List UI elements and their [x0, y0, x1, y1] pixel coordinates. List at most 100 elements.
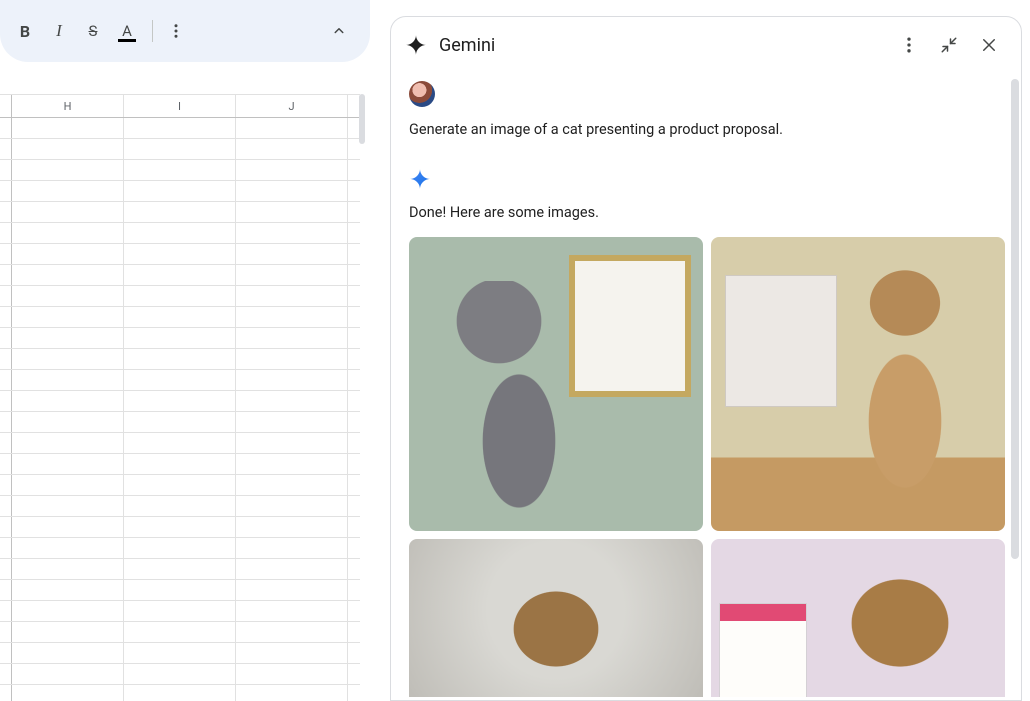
cell[interactable]	[12, 517, 124, 537]
cell[interactable]	[124, 139, 236, 159]
cell[interactable]	[0, 433, 12, 453]
cell[interactable]	[0, 643, 12, 663]
cell[interactable]	[236, 265, 348, 285]
cell[interactable]	[12, 454, 124, 474]
cell[interactable]	[124, 328, 236, 348]
cell[interactable]	[124, 622, 236, 642]
more-format-button[interactable]	[161, 16, 191, 46]
cell[interactable]	[236, 244, 348, 264]
cell[interactable]	[0, 475, 12, 495]
cell[interactable]	[12, 580, 124, 600]
cell[interactable]	[0, 370, 12, 390]
cell[interactable]	[124, 559, 236, 579]
cell[interactable]	[236, 580, 348, 600]
cell[interactable]	[12, 328, 124, 348]
cell[interactable]	[124, 538, 236, 558]
cell[interactable]	[236, 223, 348, 243]
cell[interactable]	[0, 265, 12, 285]
cell[interactable]	[12, 202, 124, 222]
cell[interactable]	[236, 202, 348, 222]
cell[interactable]	[12, 496, 124, 516]
cell[interactable]	[236, 601, 348, 621]
cell[interactable]	[0, 391, 12, 411]
cell[interactable]	[236, 307, 348, 327]
cell[interactable]	[12, 475, 124, 495]
cell[interactable]	[236, 433, 348, 453]
cell[interactable]	[124, 580, 236, 600]
cell[interactable]	[12, 538, 124, 558]
cell[interactable]	[0, 496, 12, 516]
cell[interactable]	[236, 160, 348, 180]
generated-image[interactable]	[711, 237, 1005, 531]
cell[interactable]	[12, 643, 124, 663]
cell[interactable]	[236, 286, 348, 306]
cell[interactable]	[124, 496, 236, 516]
cell[interactable]	[236, 412, 348, 432]
cell[interactable]	[124, 181, 236, 201]
cell[interactable]	[124, 307, 236, 327]
corner-cell[interactable]	[0, 95, 12, 117]
cell[interactable]	[236, 685, 348, 701]
cell[interactable]	[12, 307, 124, 327]
cell[interactable]	[12, 664, 124, 684]
cell[interactable]	[124, 223, 236, 243]
cell[interactable]	[0, 517, 12, 537]
panel-minimize-button[interactable]	[931, 27, 967, 63]
cell[interactable]	[12, 559, 124, 579]
cell[interactable]	[0, 286, 12, 306]
cell[interactable]	[12, 391, 124, 411]
cell[interactable]	[236, 643, 348, 663]
cell[interactable]	[12, 601, 124, 621]
cell[interactable]	[124, 370, 236, 390]
cell[interactable]	[0, 664, 12, 684]
column-header[interactable]: J	[236, 95, 348, 117]
cell[interactable]	[124, 265, 236, 285]
cell[interactable]	[236, 139, 348, 159]
generated-image[interactable]	[711, 539, 1005, 697]
bold-button[interactable]: B	[10, 16, 40, 46]
cell[interactable]	[236, 559, 348, 579]
cell[interactable]	[236, 370, 348, 390]
cell[interactable]	[12, 118, 124, 138]
cell[interactable]	[236, 118, 348, 138]
cell[interactable]	[124, 160, 236, 180]
panel-close-button[interactable]	[971, 27, 1007, 63]
cell[interactable]	[236, 622, 348, 642]
cell[interactable]	[12, 370, 124, 390]
cell[interactable]	[124, 349, 236, 369]
cell[interactable]	[124, 391, 236, 411]
cell[interactable]	[236, 475, 348, 495]
cell[interactable]	[236, 538, 348, 558]
cell[interactable]	[0, 223, 12, 243]
cell[interactable]	[12, 622, 124, 642]
column-header[interactable]: H	[12, 95, 124, 117]
collapse-toolbar-button[interactable]	[324, 16, 354, 46]
generated-image[interactable]	[409, 237, 703, 531]
cell[interactable]	[124, 685, 236, 701]
column-header[interactable]: I	[124, 95, 236, 117]
cell[interactable]	[12, 181, 124, 201]
cell[interactable]	[124, 286, 236, 306]
cell[interactable]	[12, 349, 124, 369]
panel-scrollbar[interactable]	[1011, 79, 1019, 559]
cell[interactable]	[0, 622, 12, 642]
cell[interactable]	[124, 118, 236, 138]
cell[interactable]	[236, 517, 348, 537]
cell[interactable]	[124, 433, 236, 453]
cell[interactable]	[124, 475, 236, 495]
cell[interactable]	[0, 307, 12, 327]
cell[interactable]	[0, 559, 12, 579]
panel-more-button[interactable]	[891, 27, 927, 63]
cell[interactable]	[12, 286, 124, 306]
cell[interactable]	[124, 202, 236, 222]
cell[interactable]	[236, 349, 348, 369]
cell[interactable]	[124, 454, 236, 474]
cell[interactable]	[0, 328, 12, 348]
cell[interactable]	[0, 202, 12, 222]
cell[interactable]	[12, 265, 124, 285]
cell[interactable]	[12, 433, 124, 453]
cell[interactable]	[12, 244, 124, 264]
cell[interactable]	[0, 139, 12, 159]
cell[interactable]	[0, 118, 12, 138]
spreadsheet-grid[interactable]: H I J	[0, 94, 360, 701]
